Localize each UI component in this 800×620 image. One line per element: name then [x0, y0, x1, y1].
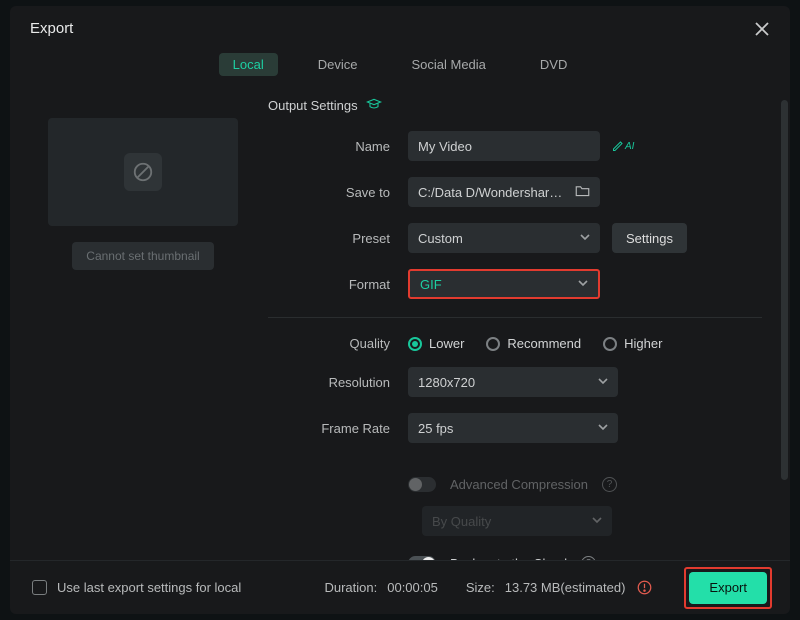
label-format: Format: [268, 277, 408, 292]
row-quality: Quality Lower Recommend Higher: [268, 336, 762, 351]
by-quality-dropdown: By Quality: [422, 506, 612, 536]
chevron-down-icon: [578, 275, 588, 290]
label-quality: Quality: [268, 336, 408, 351]
label-framerate: Frame Rate: [268, 421, 408, 436]
radio-dot-icon: [486, 337, 500, 351]
export-button-highlight: Export: [684, 567, 772, 609]
dialog-title: Export: [30, 20, 73, 37]
output-settings-header: Output Settings: [268, 98, 762, 113]
saveto-input[interactable]: C:/Data D/Wondershare Filmo: [408, 177, 600, 207]
row-resolution: Resolution 1280x720: [268, 367, 762, 397]
chevron-down-icon: [598, 373, 608, 388]
format-dropdown[interactable]: GIF: [408, 269, 600, 299]
size-label: Size:: [466, 580, 495, 595]
thumbnail-column: Cannot set thumbnail: [38, 90, 248, 560]
titlebar: Export: [10, 6, 790, 43]
warning-icon[interactable]: [637, 580, 652, 595]
thumbnail-preview: [48, 118, 238, 226]
ai-rename-icon[interactable]: AI: [612, 140, 634, 152]
tab-social-media[interactable]: Social Media: [397, 53, 499, 76]
size-value: 13.73 MB(estimated): [505, 580, 626, 595]
tab-local[interactable]: Local: [219, 53, 278, 76]
backup-cloud-label: Backup to the Cloud: [450, 556, 567, 560]
settings-column: Output Settings Name My Video AI Save to…: [268, 90, 772, 560]
radio-dot-icon: [408, 337, 422, 351]
quality-recommend[interactable]: Recommend: [486, 336, 581, 351]
framerate-dropdown[interactable]: 25 fps: [408, 413, 618, 443]
cannot-set-thumbnail-button: Cannot set thumbnail: [72, 242, 213, 270]
chevron-down-icon: [598, 419, 608, 434]
label-name: Name: [268, 139, 408, 154]
scrollbar[interactable]: [781, 100, 788, 480]
row-saveto: Save to C:/Data D/Wondershare Filmo: [268, 177, 762, 207]
label-saveto: Save to: [268, 185, 408, 200]
row-preset: Preset Custom Settings: [268, 223, 762, 253]
export-button[interactable]: Export: [689, 572, 767, 604]
export-tabs: Local Device Social Media DVD: [10, 43, 790, 90]
quality-lower[interactable]: Lower: [408, 336, 464, 351]
duration-value: 00:00:05: [387, 580, 438, 595]
use-last-settings-label: Use last export settings for local: [57, 580, 241, 595]
close-icon[interactable]: [754, 21, 770, 37]
dialog-body: Cannot set thumbnail Output Settings Nam…: [10, 90, 790, 560]
row-format: Format GIF: [268, 269, 762, 299]
row-advanced-compression: Advanced Compression ?: [268, 477, 762, 492]
duration-label: Duration:: [324, 580, 377, 595]
use-last-settings-checkbox[interactable]: [32, 580, 47, 595]
footer: Use last export settings for local Durat…: [10, 560, 790, 614]
radio-dot-icon: [603, 337, 617, 351]
row-name: Name My Video AI: [268, 131, 762, 161]
graduation-cap-icon[interactable]: [366, 98, 382, 113]
chevron-down-icon: [592, 512, 602, 527]
row-backup-cloud: Backup to the Cloud ?: [268, 556, 762, 560]
export-dialog: Export Local Device Social Media DVD Can…: [10, 6, 790, 614]
quality-radios: Lower Recommend Higher: [408, 336, 662, 351]
quality-higher[interactable]: Higher: [603, 336, 662, 351]
advanced-compression-toggle: [408, 477, 436, 492]
preset-dropdown[interactable]: Custom: [408, 223, 600, 253]
output-settings-label: Output Settings: [268, 98, 358, 113]
no-thumbnail-icon: [124, 153, 162, 191]
tab-dvd[interactable]: DVD: [526, 53, 581, 76]
row-framerate: Frame Rate 25 fps: [268, 413, 762, 443]
label-preset: Preset: [268, 231, 408, 246]
backup-cloud-toggle[interactable]: [408, 556, 436, 560]
advanced-compression-label: Advanced Compression: [450, 477, 588, 492]
divider: [268, 317, 762, 318]
label-resolution: Resolution: [268, 375, 408, 390]
name-input[interactable]: My Video: [408, 131, 600, 161]
folder-icon[interactable]: [575, 184, 590, 200]
help-icon[interactable]: ?: [602, 477, 617, 492]
chevron-down-icon: [580, 229, 590, 244]
resolution-dropdown[interactable]: 1280x720: [408, 367, 618, 397]
help-icon[interactable]: ?: [581, 556, 596, 560]
tab-device[interactable]: Device: [304, 53, 372, 76]
settings-button[interactable]: Settings: [612, 223, 687, 253]
